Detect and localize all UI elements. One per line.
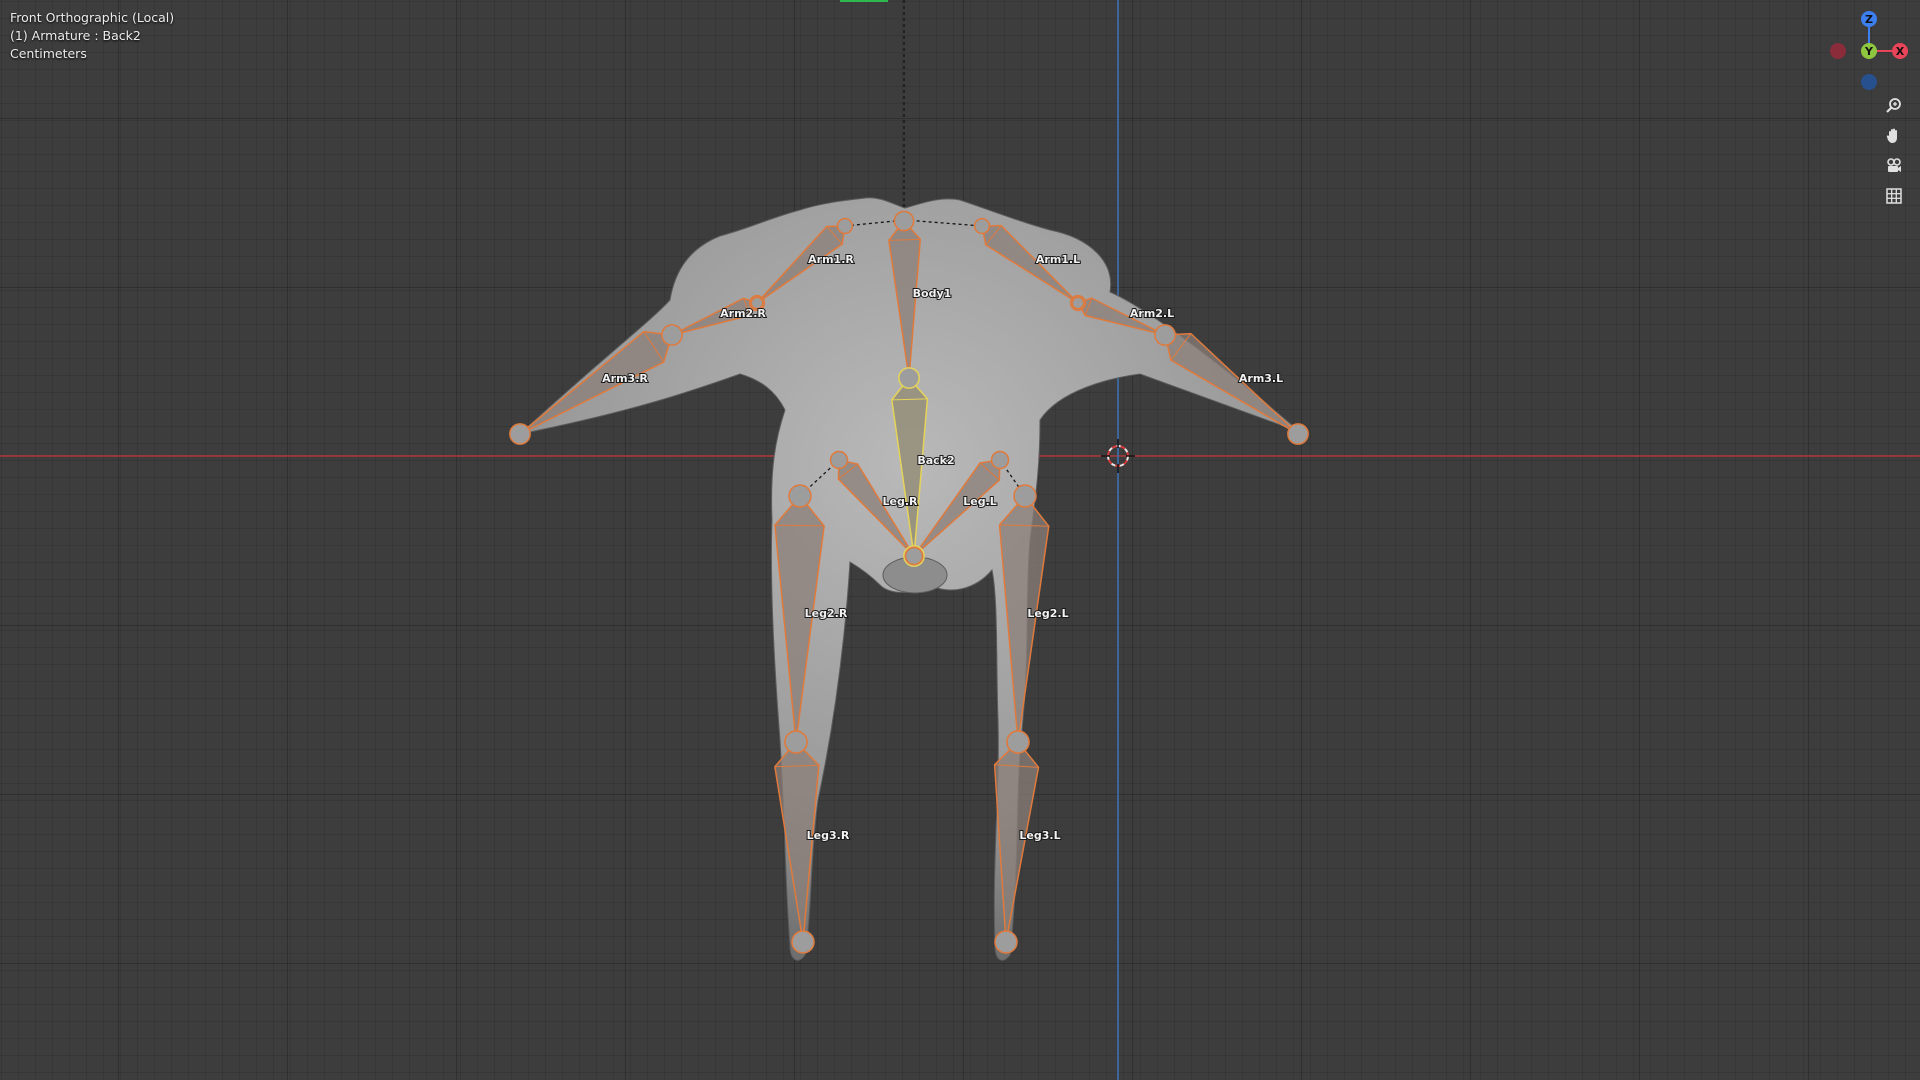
bone-head-joint[interactable] — [1013, 484, 1037, 508]
bone-label-arm1-r: Arm1.R — [808, 253, 854, 266]
bone-head-joint[interactable] — [1006, 730, 1030, 754]
bone-head-joint[interactable] — [990, 450, 1010, 470]
bone-head-joint[interactable] — [836, 217, 854, 235]
bone-label-arm3-l: Arm3.L — [1239, 372, 1283, 385]
bone-label-leg-r: Leg.R — [883, 495, 919, 508]
hand-pan-icon[interactable] — [1880, 122, 1908, 150]
gizmo-z-label: Z — [1865, 13, 1873, 26]
gizmo-y-label: Y — [1864, 45, 1874, 58]
bone-tail-joint[interactable] — [1287, 423, 1309, 445]
scene-canvas[interactable]: Arm1.R Arm2.R Arm3.R Arm1.L Arm2.L Arm3.L Body… — [0, 0, 1920, 1080]
bone-tail-joint[interactable] — [791, 930, 815, 954]
bone-tail-joint[interactable] — [509, 423, 531, 445]
bone-label-arm3-r: Arm3.R — [602, 372, 648, 385]
bone-head-joint[interactable] — [1071, 296, 1085, 310]
bone-label-leg2-r: Leg2.R — [805, 607, 848, 620]
navigation-gizmo[interactable]: Z Y X — [1830, 11, 1908, 90]
bone-head-joint[interactable] — [893, 210, 915, 232]
zoom-icon[interactable] — [1880, 92, 1908, 120]
bone-label-arm2-r: Arm2.R — [720, 307, 766, 320]
bone-label-arm1-l: Arm1.L — [1036, 253, 1080, 266]
camera-view-icon[interactable] — [1880, 152, 1908, 180]
view-name: Front Orthographic (Local) — [10, 10, 175, 25]
bone-head-joint[interactable] — [1154, 324, 1176, 346]
3d-viewport[interactable]: Arm1.R Arm2.R Arm3.R Arm1.L Arm2.L Arm3.L Body… — [0, 0, 1920, 1080]
bone-head-joint[interactable] — [829, 450, 849, 470]
bone-label-leg3-l: Leg3.L — [1019, 829, 1060, 842]
bone-tail-joint[interactable] — [904, 546, 924, 566]
grid-ortho-icon[interactable] — [1880, 182, 1908, 210]
gizmo-neg-x[interactable] — [1830, 43, 1846, 59]
bone-label-back2: Back2 — [917, 454, 954, 467]
bone-label-arm2-l: Arm2.L — [1130, 307, 1174, 320]
gizmo-neg-z[interactable] — [1861, 74, 1877, 90]
active-object: (1) Armature : Back2 — [10, 28, 141, 43]
unit-system: Centimeters — [10, 46, 87, 61]
bone-label-leg2-l: Leg2.L — [1027, 607, 1068, 620]
bone-label-body1: Body1 — [913, 287, 952, 300]
gizmo-x-label: X — [1896, 45, 1905, 58]
bone-head-joint[interactable] — [661, 324, 683, 346]
bone-tail-joint[interactable] — [994, 930, 1018, 954]
bone-head-joint[interactable] — [898, 367, 920, 389]
viewport-navigation-tools — [1880, 92, 1910, 212]
bone-head-joint[interactable] — [973, 217, 991, 235]
bone-head-joint[interactable] — [788, 484, 812, 508]
bone-head-joint[interactable] — [784, 730, 808, 754]
viewport-info-overlay: Front Orthographic (Local) (1) Armature … — [10, 9, 174, 63]
bone-label-leg3-r: Leg3.R — [807, 829, 850, 842]
bone-label-leg-l: Leg.L — [963, 495, 997, 508]
